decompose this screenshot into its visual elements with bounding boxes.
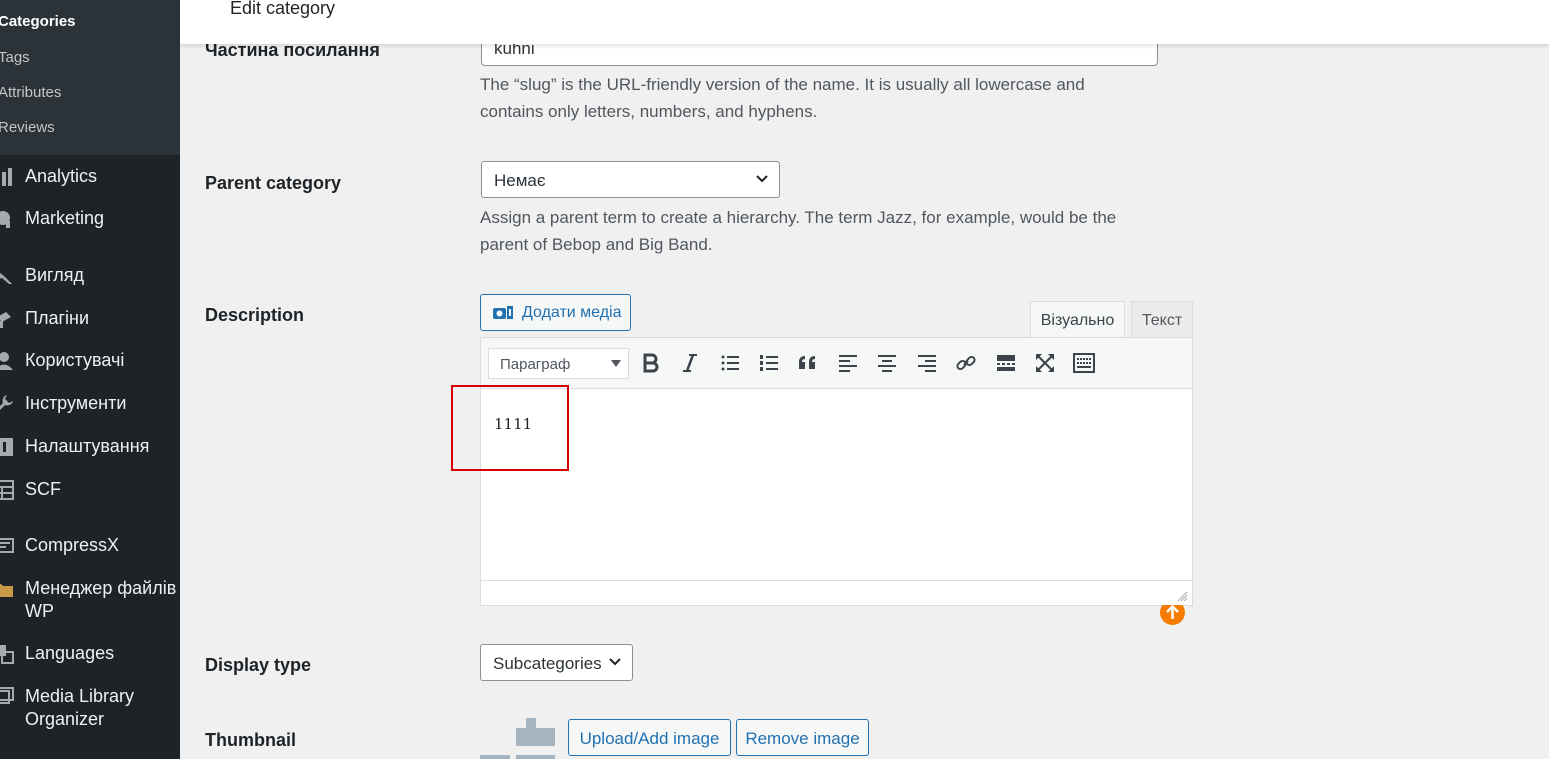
keyboard-icon <box>1073 353 1095 373</box>
highlight-box <box>451 385 569 471</box>
slug-help-text: The “slug” is the URL-friendly version o… <box>480 75 1085 121</box>
italic-button[interactable] <box>678 351 704 377</box>
numbered-list-button[interactable] <box>757 351 783 377</box>
remove-image-button[interactable]: Remove image <box>736 719 869 756</box>
format-select[interactable]: Параграф <box>488 348 629 379</box>
align-left-icon <box>839 355 857 372</box>
submenu-item-categories[interactable]: Categories <box>0 13 76 30</box>
resize-handle-icon[interactable] <box>1177 591 1188 602</box>
megaphone-icon <box>0 211 10 228</box>
sidebar-item-label: Languages <box>25 643 115 663</box>
edit-header-bar: Edit category <box>180 0 1549 44</box>
media-organizer-icon <box>0 687 14 704</box>
sidebar-item-label: Налаштування <box>25 436 150 456</box>
translate-icon <box>0 645 14 664</box>
admin-sidebar: Categories Tags Attributes Reviews Analy… <box>0 0 180 759</box>
settings-icon <box>0 438 13 456</box>
editor-toolbar: Параграф <box>481 338 1192 389</box>
plugin-icon <box>0 312 11 328</box>
numbered-list-icon <box>760 355 778 371</box>
read-more-button[interactable] <box>994 351 1020 377</box>
upload-image-button[interactable]: Upload/Add image <box>568 719 731 756</box>
bold-button[interactable] <box>639 351 665 377</box>
italic-icon <box>683 354 697 372</box>
align-right-icon <box>918 355 936 372</box>
sidebar-item-label: Інструменти <box>25 393 127 413</box>
bold-icon <box>643 353 659 373</box>
bullet-list-icon <box>721 355 739 371</box>
submenu-item-reviews[interactable]: Reviews <box>0 119 55 136</box>
tab-visual[interactable]: Візуально <box>1030 301 1125 337</box>
add-media-icon <box>493 306 513 319</box>
sidebar-item-label: Media Library Organizer <box>25 686 135 729</box>
read-more-icon <box>997 355 1015 371</box>
sidebar-item-label: Плагіни <box>25 308 90 328</box>
toolbar-toggle-button[interactable] <box>1072 351 1098 377</box>
bar-chart-icon <box>2 168 12 186</box>
table-icon <box>0 480 14 500</box>
align-center-button[interactable] <box>875 351 901 377</box>
tab-text[interactable]: Текст <box>1131 301 1193 337</box>
bullet-list-button[interactable] <box>718 351 744 377</box>
dropdown-arrow-icon <box>611 360 621 367</box>
display-type-value: Subcategories <box>493 654 602 673</box>
paintbrush-icon <box>0 273 12 284</box>
align-left-button[interactable] <box>836 351 862 377</box>
link-icon <box>956 355 976 371</box>
placeholder-image-icon <box>480 718 555 759</box>
fullscreen-icon <box>1036 354 1054 372</box>
editor-statusbar <box>481 580 1192 605</box>
parent-category-label: Parent category <box>205 173 342 193</box>
align-center-icon <box>878 355 896 372</box>
editor-content-area[interactable]: 1111 <box>481 389 1192 625</box>
sidebar-item-label: CompressX <box>25 535 120 555</box>
chevron-down-icon <box>609 658 621 666</box>
parent-category-value: Немає <box>494 171 546 190</box>
sidebar-item-label: Marketing <box>25 208 105 228</box>
submenu-item-attributes[interactable]: Attributes <box>0 84 61 101</box>
wrench-icon <box>0 395 13 410</box>
add-media-label: Додати медіа <box>522 304 622 321</box>
users-icon <box>0 352 13 370</box>
chevron-down-icon <box>756 175 768 183</box>
submenu-item-tags[interactable]: Tags <box>0 49 30 66</box>
parent-category-select[interactable]: Немає <box>481 161 780 198</box>
sidebar-item-label: Analytics <box>25 166 98 186</box>
display-type-select[interactable]: Subcategories <box>480 644 633 681</box>
image-compress-icon <box>0 538 14 553</box>
sidebar-item-label: Менеджер файлів WP <box>25 578 177 621</box>
thumbnail-label: Thumbnail <box>205 730 296 750</box>
quote-icon <box>799 356 815 369</box>
description-editor: Параграф 1111 <box>480 337 1193 625</box>
sidebar-item-label: Користувачі <box>25 350 125 370</box>
page-title: Edit category <box>230 0 336 18</box>
sidebar-item-label: SCF <box>25 479 61 499</box>
blockquote-button[interactable] <box>796 351 822 377</box>
parent-help-text: Assign a parent term to create a hierarc… <box>480 208 1117 254</box>
sidebar-item-label: Вигляд <box>25 265 84 285</box>
products-submenu: Categories Tags Attributes Reviews <box>0 0 180 155</box>
folder-icon <box>0 584 13 597</box>
description-label: Description <box>205 305 305 325</box>
fullscreen-button[interactable] <box>1033 351 1059 377</box>
align-right-button[interactable] <box>915 351 941 377</box>
display-type-label: Display type <box>205 655 312 675</box>
insert-link-button[interactable] <box>954 351 980 377</box>
add-media-button[interactable]: Додати медіа <box>480 294 631 331</box>
